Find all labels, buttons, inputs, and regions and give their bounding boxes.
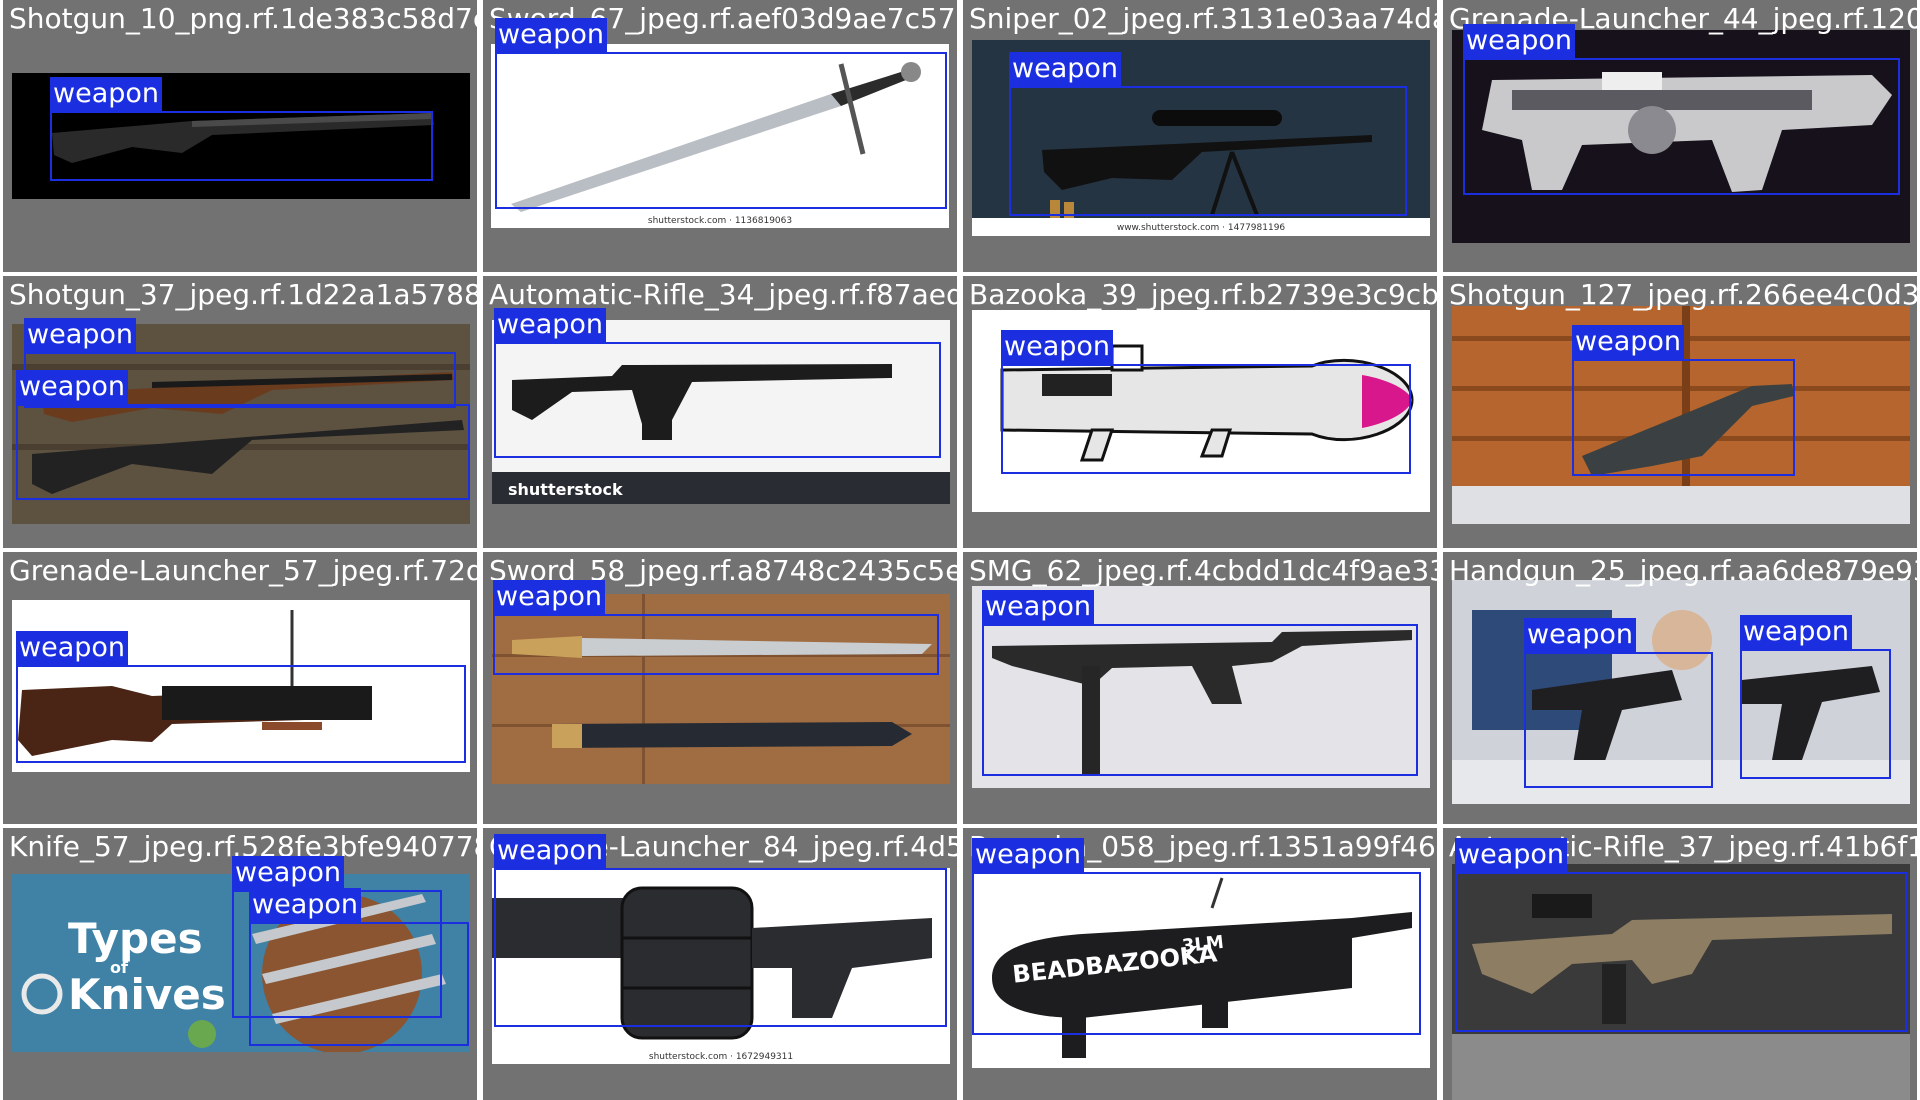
detection-label: weapon [495,18,608,52]
detection-box [493,614,939,675]
detection-box [16,665,466,763]
tile-1: Shotgun_10_png.rf.1de383c58d7c6 weapon [3,0,477,272]
tile-4: Grenade-Launcher_44_jpeg.rf.1209 weapon [1443,0,1917,272]
tile-11: SMG_62_jpeg.rf.4cbdd1dc4f9ae330 weapon [963,552,1437,824]
poster-title-line3: Knives [68,970,226,1019]
tile-12: Handgun_25_jpeg.rf.aa6de879e934 weapon w… [1443,552,1917,824]
tile-5: Shotgun_37_jpeg.rf.1d22a1a578862 weapon … [3,276,477,548]
watermark: shutterstock.com · 1672949311 [648,1052,794,1062]
tile-14: Grenade-Launcher_84_jpeg.rf.4d58 shutter… [483,828,957,1100]
detection-box [494,868,947,1027]
image-grid: Shotgun_10_png.rf.1de383c58d7c6 weapon S… [0,0,1920,1100]
detection-label: weapon [1740,615,1853,649]
detection-label: weapon [1524,618,1637,652]
detection-box [16,404,470,500]
detection-box [1001,364,1411,474]
detection-box [1463,58,1900,195]
tile-filename: Bazooka_39_jpeg.rf.b2739e3c9cb9 [969,278,1437,311]
tile-filename: Automatic-Rifle_34_jpeg.rf.f87aed9 [489,278,957,311]
detection-box [972,872,1421,1035]
tile-7: Bazooka_39_jpeg.rf.b2739e3c9cb9 weapon [963,276,1437,548]
detection-box [982,624,1418,776]
tile-filename: Handgun_25_jpeg.rf.aa6de879e934 [1449,554,1917,587]
tile-8: Shotgun_127_jpeg.rf.266ee4c0d352 weapon [1443,276,1917,548]
tile-filename: Shotgun_127_jpeg.rf.266ee4c0d352 [1449,278,1917,311]
tile-16: Automatic-Rifle_37_jpeg.rf.41b6f15 weapo… [1443,828,1917,1100]
tile-3: Sniper_02_jpeg.rf.3131e03aa74da7 www.shu… [963,0,1437,272]
detection-box [1740,649,1891,779]
detection-label: weapon [494,308,607,342]
detection-label: weapon [1572,325,1685,359]
tile-filename: Sniper_02_jpeg.rf.3131e03aa74da7 [969,2,1437,35]
detection-box [1524,652,1713,788]
detection-label: weapon [1009,52,1122,86]
tile-filename: SMG_62_jpeg.rf.4cbdd1dc4f9ae330 [969,554,1437,587]
detection-label: weapon [1463,24,1576,58]
detection-label: weapon [972,838,1085,872]
tile-filename: Shotgun_37_jpeg.rf.1d22a1a578862 [9,278,477,311]
detection-box [1572,359,1795,476]
detection-label: weapon [16,631,129,665]
tile-filename: Shotgun_10_png.rf.1de383c58d7c6 [9,2,477,35]
tile-2: Sword_67_jpeg.rf.aef03d9ae7c578e shutter… [483,0,957,272]
detection-label: weapon [232,856,345,890]
watermark: shutterstock [508,480,623,499]
detection-label: weapon [1001,330,1114,364]
tile-6: Automatic-Rifle_34_jpeg.rf.f87aed9 shutt… [483,276,957,548]
watermark: www.shutterstock.com · 1477981196 [1116,223,1286,233]
tile-9: Grenade-Launcher_57_jpeg.rf.72d7 weapon [3,552,477,824]
detection-label: weapon [982,590,1095,624]
tile-15: Bazooka_058_jpeg.rf.1351a99f4624 BEADBAZ… [963,828,1437,1100]
detection-label: weapon [50,77,163,111]
tile-13: Knife_57_jpeg.rf.528fe3bfe940778b Types … [3,828,477,1100]
detection-box [50,111,433,181]
detection-label: weapon [494,834,607,868]
detection-label: weapon [24,318,137,352]
tile-filename: Grenade-Launcher_57_jpeg.rf.72d7 [9,554,477,587]
detection-label: weapon [16,370,129,404]
tile-10: Sword_58_jpeg.rf.a8748c2435c5e6 weapon [483,552,957,824]
watermark: shutterstock.com · 1136819063 [647,216,793,226]
detection-box [1009,86,1407,216]
detection-label: weapon [249,888,362,922]
detection-label: weapon [493,580,606,614]
detection-box [249,922,469,1046]
detection-label: weapon [1455,838,1568,872]
poster-title-line1: Types [68,914,203,963]
detection-box [495,52,947,209]
detection-box [494,342,941,458]
detection-box [1455,872,1907,1032]
